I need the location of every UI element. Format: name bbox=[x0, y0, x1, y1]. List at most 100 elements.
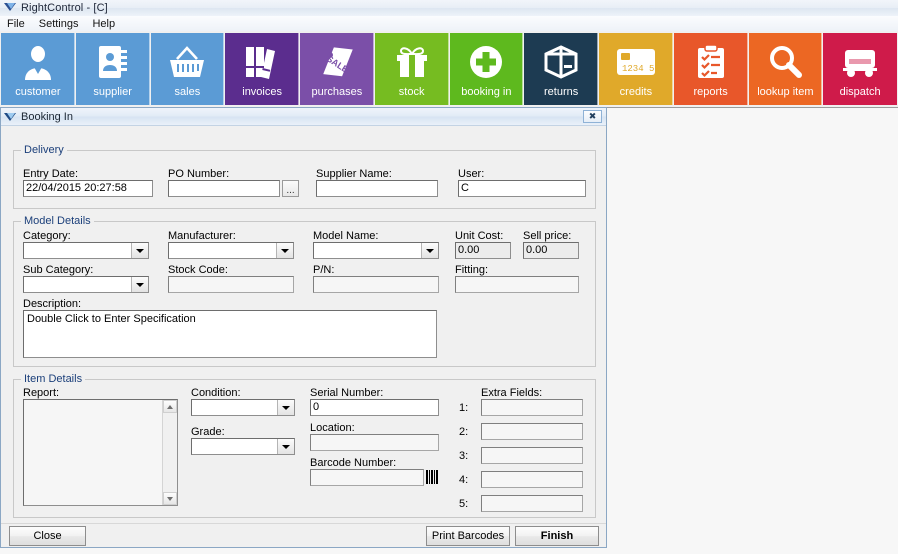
model-name-dropdown[interactable] bbox=[313, 242, 439, 259]
chevron-down-icon bbox=[131, 243, 148, 258]
chevron-down-icon bbox=[131, 277, 148, 292]
menu-file[interactable]: File bbox=[0, 17, 32, 31]
extra-field-1-index: 1: bbox=[459, 402, 469, 414]
toolbar-label-booking-in: booking in bbox=[461, 86, 512, 98]
chevron-down-icon bbox=[421, 243, 438, 258]
delivery-legend: Delivery bbox=[21, 144, 67, 156]
toolbar-button-customer[interactable]: customer bbox=[1, 33, 75, 105]
extra-field-2-index: 2: bbox=[459, 426, 469, 438]
model-name-label: Model Name: bbox=[313, 230, 379, 242]
condition-value bbox=[192, 400, 277, 415]
manufacturer-value bbox=[169, 243, 276, 258]
toolbar-button-dispatch[interactable]: dispatch bbox=[823, 33, 897, 105]
page-title: RightControl - [C] bbox=[21, 2, 108, 14]
scroll-down-icon[interactable] bbox=[163, 492, 177, 505]
entry-date-input[interactable]: 22/04/2015 20:27:58 bbox=[23, 180, 153, 197]
toolbar-button-supplier[interactable]: supplier bbox=[75, 33, 150, 105]
toolbar-label-stock: stock bbox=[398, 86, 425, 98]
books-icon bbox=[225, 33, 299, 87]
extra-field-5-input[interactable] bbox=[481, 495, 583, 512]
barcode-number-input[interactable] bbox=[310, 469, 424, 486]
toolbar-label-dispatch: dispatch bbox=[839, 86, 881, 98]
toolbar-button-lookup-item[interactable]: lookup item bbox=[748, 33, 823, 105]
finish-button[interactable]: Finish bbox=[515, 526, 599, 546]
close-button[interactable]: Close bbox=[9, 526, 86, 546]
toolbar-label-invoices: invoices bbox=[242, 86, 282, 98]
report-label: Report: bbox=[23, 387, 60, 399]
plus-circle-icon bbox=[450, 33, 524, 87]
model-name-value bbox=[314, 243, 421, 258]
close-icon[interactable]: ✖ bbox=[583, 110, 602, 123]
carton-box-icon bbox=[524, 33, 598, 87]
serial-number-input[interactable]: 0 bbox=[310, 399, 439, 416]
toolbar-button-stock[interactable]: stock bbox=[374, 33, 449, 105]
category-dropdown[interactable] bbox=[23, 242, 149, 259]
toolbar-button-invoices[interactable]: invoices bbox=[225, 33, 299, 105]
barcode-number-label: Barcode Number: bbox=[310, 457, 397, 469]
user-input[interactable]: C bbox=[458, 180, 586, 197]
toolbar-button-reports[interactable]: reports bbox=[673, 33, 748, 105]
report-textarea[interactable] bbox=[23, 399, 178, 506]
booking-in-title: Booking In bbox=[21, 110, 73, 123]
basket-icon bbox=[151, 33, 225, 87]
extra-field-2-input[interactable] bbox=[481, 423, 583, 440]
report-scrollbar[interactable] bbox=[162, 400, 177, 505]
application-window: RightControl - [C] File Settings Help cu… bbox=[0, 0, 898, 554]
fitting-input[interactable] bbox=[455, 276, 579, 293]
scroll-up-icon[interactable] bbox=[163, 400, 177, 413]
condition-dropdown[interactable] bbox=[191, 399, 295, 416]
serial-number-label: Serial Number: bbox=[310, 387, 384, 399]
booking-in-title-bar: Booking In ✖ bbox=[1, 108, 606, 126]
manufacturer-dropdown[interactable] bbox=[168, 242, 294, 259]
toolbar-button-booking-in[interactable]: booking in bbox=[449, 33, 524, 105]
sell-price-input[interactable]: 0.00 bbox=[523, 242, 579, 259]
barcode-icon[interactable] bbox=[426, 470, 438, 484]
chevron-down-icon bbox=[277, 400, 294, 415]
extra-field-1-input[interactable] bbox=[481, 399, 583, 416]
sub-category-value bbox=[24, 277, 131, 292]
menu-settings[interactable]: Settings bbox=[32, 17, 86, 31]
menu-help[interactable]: Help bbox=[85, 17, 122, 31]
unit-cost-label: Unit Cost: bbox=[455, 230, 504, 242]
sell-price-label: Sell price: bbox=[523, 230, 572, 242]
item-details-legend: Item Details bbox=[21, 373, 86, 385]
gift-box-icon bbox=[375, 33, 449, 87]
extra-fields-label: Extra Fields: bbox=[481, 387, 543, 399]
grade-value bbox=[192, 439, 277, 454]
toolbar-button-credits[interactable]: 1234 567 credits bbox=[599, 33, 673, 105]
booking-in-window: Booking In ✖ Delivery Entry Date: 22/04/… bbox=[0, 107, 607, 548]
pn-label: P/N: bbox=[313, 264, 335, 276]
model-details-legend: Model Details bbox=[21, 215, 94, 227]
unit-cost-input[interactable]: 0.00 bbox=[455, 242, 511, 259]
toolbar-button-purchases[interactable]: SALE purchases bbox=[300, 33, 374, 105]
extra-field-4-input[interactable] bbox=[481, 471, 583, 488]
menu-bar: File Settings Help bbox=[0, 16, 898, 32]
grade-dropdown[interactable] bbox=[191, 438, 295, 455]
toolbar-label-returns: returns bbox=[544, 86, 579, 98]
toolbar-label-reports: reports bbox=[693, 86, 728, 98]
po-number-input[interactable] bbox=[168, 180, 280, 197]
po-number-browse-button[interactable]: ... bbox=[282, 180, 299, 197]
description-label: Description: bbox=[23, 298, 82, 310]
po-number-label: PO Number: bbox=[168, 168, 230, 180]
extra-field-3-input[interactable] bbox=[481, 447, 583, 464]
supplier-name-input[interactable] bbox=[316, 180, 438, 197]
manufacturer-label: Manufacturer: bbox=[168, 230, 236, 242]
supplier-name-label: Supplier Name: bbox=[316, 168, 392, 180]
stock-code-input[interactable] bbox=[168, 276, 294, 293]
description-textarea[interactable]: Double Click to Enter Specification bbox=[23, 310, 437, 358]
title-bar: RightControl - [C] bbox=[0, 0, 898, 17]
person-tie-icon bbox=[1, 33, 75, 87]
sub-category-label: Sub Category: bbox=[23, 264, 94, 276]
toolbar-button-sales[interactable]: sales bbox=[150, 33, 225, 105]
location-label: Location: bbox=[310, 422, 355, 434]
chevron-down-icon bbox=[276, 243, 293, 258]
pn-input[interactable] bbox=[313, 276, 439, 293]
location-input[interactable] bbox=[310, 434, 439, 451]
credit-card-icon: 1234 567 bbox=[599, 33, 673, 87]
toolbar-button-returns[interactable]: returns bbox=[524, 33, 598, 105]
sub-category-dropdown[interactable] bbox=[23, 276, 149, 293]
print-barcodes-button[interactable]: Print Barcodes bbox=[426, 526, 510, 546]
chevron-logo-icon bbox=[3, 2, 17, 14]
magnifier-icon bbox=[749, 33, 823, 87]
